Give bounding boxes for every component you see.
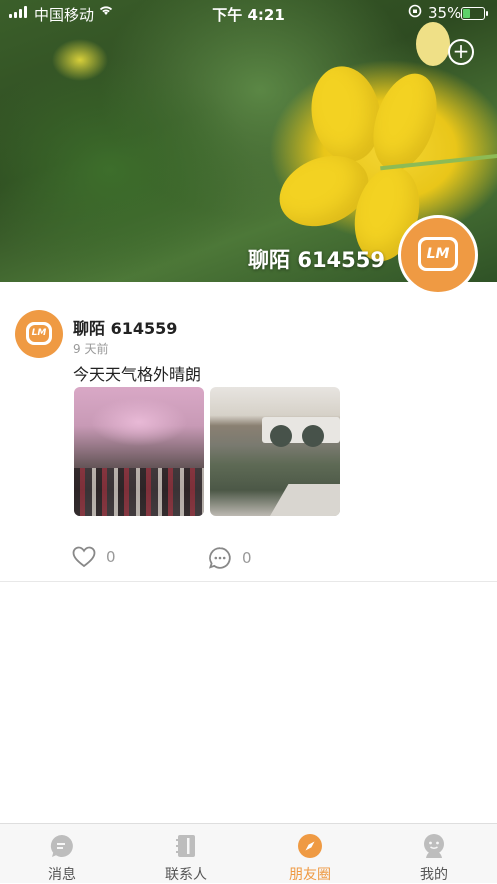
tab-contacts[interactable]: 联系人 bbox=[124, 824, 248, 884]
contacts-icon bbox=[176, 835, 195, 857]
photo-railing bbox=[270, 484, 340, 516]
flower-bud bbox=[416, 22, 450, 66]
tab-moments[interactable]: 朋友圈 bbox=[248, 824, 372, 884]
tab-label: 我的 bbox=[420, 867, 448, 883]
battery-icon bbox=[461, 7, 488, 20]
like-button[interactable]: 0 bbox=[72, 546, 116, 568]
comment-icon bbox=[209, 547, 231, 569]
post-divider bbox=[0, 581, 497, 582]
tab-label: 朋友圈 bbox=[289, 867, 331, 883]
post-author-name[interactable]: 聊陌 614559 bbox=[73, 315, 177, 339]
post-photo[interactable] bbox=[210, 387, 340, 516]
tab-bar: 消息 联系人 朋友圈 我的 bbox=[0, 823, 497, 883]
clock: 下午 4:21 bbox=[212, 6, 285, 24]
battery-level bbox=[463, 9, 470, 18]
status-bar: 中国移动 下午 4:21 35% bbox=[0, 0, 497, 26]
post-text: 今天天气格外晴朗 bbox=[73, 365, 202, 384]
photo-arch bbox=[302, 425, 324, 447]
heart-icon bbox=[72, 546, 96, 568]
profile-name: 聊陌 614559 bbox=[248, 248, 385, 272]
tab-label: 消息 bbox=[48, 867, 76, 883]
compass-icon bbox=[298, 834, 322, 858]
like-count: 0 bbox=[106, 548, 116, 566]
message-icon bbox=[50, 834, 73, 857]
profile-icon bbox=[424, 834, 444, 858]
post-photo[interactable] bbox=[74, 387, 204, 516]
tab-label: 联系人 bbox=[165, 867, 207, 883]
tab-messages[interactable]: 消息 bbox=[0, 824, 124, 884]
post-timestamp: 9 天前 bbox=[73, 342, 109, 356]
battery-percentage: 35% bbox=[428, 4, 462, 22]
profile-avatar[interactable]: LM bbox=[398, 215, 478, 295]
orientation-lock-icon bbox=[408, 4, 422, 22]
photo-arch bbox=[270, 425, 292, 447]
tab-me[interactable]: 我的 bbox=[372, 824, 496, 884]
add-post-button[interactable]: + bbox=[448, 39, 474, 65]
lm-logo-icon: LM bbox=[26, 322, 52, 345]
post-author-avatar[interactable]: LM bbox=[15, 310, 63, 358]
comment-button[interactable]: 0 bbox=[208, 546, 252, 570]
photo-crowd bbox=[74, 468, 204, 516]
comment-count: 0 bbox=[242, 549, 252, 567]
lm-logo-icon: LM bbox=[418, 237, 458, 271]
